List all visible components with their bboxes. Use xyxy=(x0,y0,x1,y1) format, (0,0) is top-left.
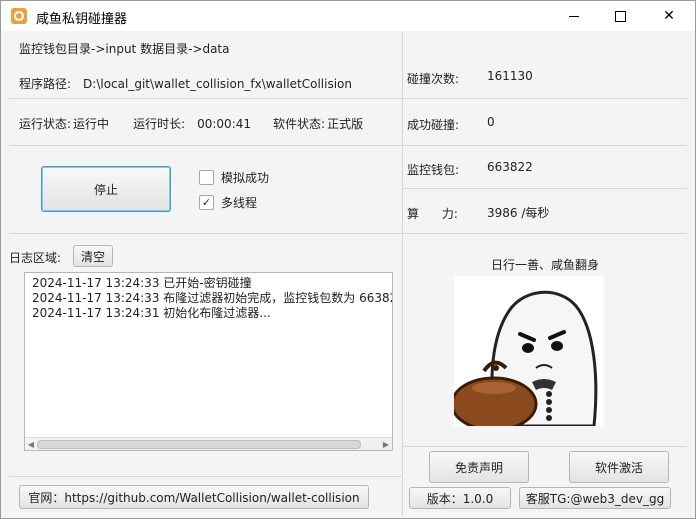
left-panel: 监控钱包目录->input 数据目录->data 程序路径: D:\local_… xyxy=(9,32,402,516)
support-button[interactable]: 客服TG:@web3_dev_gg xyxy=(519,487,671,509)
stop-button[interactable]: 停止 xyxy=(41,166,171,212)
wallets-value: 663822 xyxy=(487,160,533,174)
status-row: 运行状态: 运行中 运行时长: 00:00:41 软件状态: 正式版 xyxy=(19,115,363,132)
multithread-checkbox[interactable]: ✓ 多线程 xyxy=(199,194,257,211)
app-icon xyxy=(11,8,27,24)
app-window: 咸鱼私钥碰撞器 ✕ 监控钱包目录->input 数据目录->data 程序路径:… xyxy=(0,0,696,519)
close-button[interactable]: ✕ xyxy=(646,1,692,31)
log-line: 2024-11-17 13:24:33 已开始-密钥碰撞 xyxy=(32,276,252,290)
checkmark-icon: ✓ xyxy=(201,196,212,209)
run-time-value: 00:00:41 xyxy=(197,116,252,131)
divider xyxy=(403,98,687,99)
checkbox-box: ✓ xyxy=(199,195,214,210)
divider xyxy=(403,188,687,189)
power-label: 算 力: xyxy=(407,207,458,221)
monitor-dirs-text: 监控钱包目录->input 数据目录->data xyxy=(19,42,230,56)
collisions-value: 161130 xyxy=(487,69,533,83)
software-status-value: 正式版 xyxy=(327,117,364,131)
disclaimer-button[interactable]: 免责声明 xyxy=(429,451,529,483)
success-label: 成功碰撞: xyxy=(407,118,460,132)
scroll-left-icon[interactable]: ◀ xyxy=(26,438,36,450)
divider xyxy=(403,446,687,447)
log-label: 日志区域: xyxy=(9,249,61,266)
checkbox-box xyxy=(199,170,214,185)
title-bar: 咸鱼私钥碰撞器 ✕ xyxy=(1,1,695,31)
run-status-label: 运行状态: xyxy=(19,117,72,131)
clear-log-button[interactable]: 清空 xyxy=(73,245,113,267)
log-lines: 2024-11-17 13:24:33 已开始-密钥碰撞 2024-11-17 … xyxy=(32,276,392,321)
window-title: 咸鱼私钥碰撞器 xyxy=(36,12,128,27)
minimize-icon xyxy=(569,15,579,17)
meme-image xyxy=(450,276,604,432)
website-button[interactable]: 官网：https://github.com/WalletCollision/wa… xyxy=(19,485,369,509)
run-time-label: 运行时长: xyxy=(133,117,186,131)
divider xyxy=(403,145,687,146)
divider xyxy=(9,145,402,146)
simulate-success-label: 模拟成功 xyxy=(221,171,270,185)
log-label-text: 日志区域: xyxy=(9,251,62,265)
activate-button[interactable]: 软件激活 xyxy=(569,451,669,483)
software-status-label: 软件状态: xyxy=(273,117,326,131)
monitor-dirs: 监控钱包目录->input 数据目录->data xyxy=(19,40,229,57)
success-value: 0 xyxy=(487,115,495,129)
wallets-label: 监控钱包: xyxy=(407,163,460,177)
divider xyxy=(9,476,402,477)
divider xyxy=(9,98,402,99)
divider xyxy=(9,233,402,234)
close-icon: ✕ xyxy=(663,8,675,24)
simulate-success-checkbox[interactable]: 模拟成功 xyxy=(199,169,269,186)
horizontal-scrollbar[interactable]: ◀ ▶ xyxy=(25,437,392,450)
maximize-icon xyxy=(614,10,626,22)
program-path-value: D:\local_git\wallet_collision_fx\walletC… xyxy=(83,76,352,91)
scroll-right-icon[interactable]: ▶ xyxy=(381,438,391,450)
right-panel: 碰撞次数: 161130 成功碰撞: 0 监控钱包: 663822 算 力: 3… xyxy=(402,32,687,516)
maximize-button[interactable] xyxy=(597,1,643,31)
multithread-label: 多线程 xyxy=(221,196,258,210)
log-area[interactable]: 2024-11-17 13:24:33 已开始-密钥碰撞 2024-11-17 … xyxy=(24,272,393,451)
version-button[interactable]: 版本：1.0.0 xyxy=(409,487,511,509)
collisions-label: 碰撞次数: xyxy=(407,72,460,86)
divider xyxy=(403,233,687,234)
log-line: 2024-11-17 13:24:33 布隆过滤器初始完成，监控钱包数为 663… xyxy=(32,291,392,305)
log-line: 2024-11-17 13:24:31 初始化布隆过滤器... xyxy=(32,306,271,320)
run-status-value: 运行中 xyxy=(73,117,110,131)
slogan: 日行一善、咸鱼翻身 xyxy=(490,258,599,272)
scroll-thumb[interactable] xyxy=(37,440,361,449)
program-path: 程序路径: D:\local_git\wallet_collision_fx\w… xyxy=(19,75,352,92)
meme-face-icon xyxy=(450,276,604,432)
minimize-button[interactable] xyxy=(551,1,597,31)
power-value: 3986 /每秒 xyxy=(487,206,550,220)
program-path-label: 程序路径: xyxy=(19,77,72,91)
